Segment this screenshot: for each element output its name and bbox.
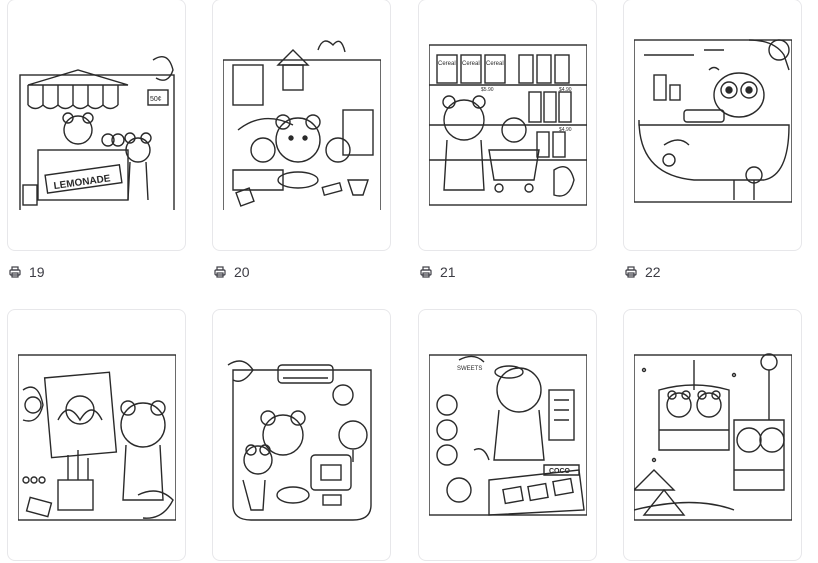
printer-icon — [420, 266, 432, 278]
coloring-page-candy-shop: SWEETS COCO — [429, 350, 587, 530]
coloring-page-lemonade-stand: LEMONADE 50¢ — [18, 30, 176, 210]
coloring-page-bathtub — [634, 30, 792, 210]
print-count: 20 — [234, 264, 250, 280]
card-painting[interactable] — [7, 309, 186, 561]
coloring-page-grid: LEMONADE 50¢ 19 20 Cereal Cereal Cereal … — [0, 0, 818, 563]
cereal-label-1: Cereal — [438, 61, 456, 67]
printer-icon — [9, 266, 21, 278]
card-living-room-meta: 20 — [214, 263, 250, 281]
printer-icon — [214, 266, 226, 278]
card-gaming-room[interactable] — [212, 309, 391, 561]
cereal-label-3: Cereal — [486, 61, 504, 67]
print-count: 21 — [440, 264, 456, 280]
coloring-page-ski-lift — [634, 350, 792, 530]
card-ski-lift[interactable] — [623, 309, 802, 561]
print-count: 22 — [645, 264, 661, 280]
printer-icon — [625, 266, 637, 278]
card-living-room[interactable] — [212, 0, 391, 251]
card-bathtub[interactable] — [623, 0, 802, 251]
coloring-page-gaming-room — [223, 350, 381, 530]
candy-shop-sign: SWEETS — [457, 366, 482, 372]
price-sign-text: 50¢ — [150, 96, 162, 103]
lemonade-sign-text: LEMONADE — [53, 173, 112, 192]
card-lemonade-stand[interactable]: LEMONADE 50¢ — [7, 0, 186, 251]
card-candy-shop[interactable]: SWEETS COCO — [418, 309, 597, 561]
card-bathtub-meta: 22 — [625, 263, 661, 281]
card-lemonade-stand-meta: 19 — [9, 263, 45, 281]
coloring-page-living-room — [223, 30, 381, 210]
coloring-page-painting — [18, 350, 176, 530]
cereal-label-2: Cereal — [462, 61, 480, 67]
card-grocery-store[interactable]: Cereal Cereal Cereal $5.90 $4.90 $4.90 — [418, 0, 597, 251]
price-tag-1: $5.90 — [481, 87, 494, 93]
print-count: 19 — [29, 264, 45, 280]
coloring-page-grocery-store: Cereal Cereal Cereal $5.90 $4.90 $4.90 — [429, 30, 587, 210]
card-grocery-store-meta: 21 — [420, 263, 456, 281]
